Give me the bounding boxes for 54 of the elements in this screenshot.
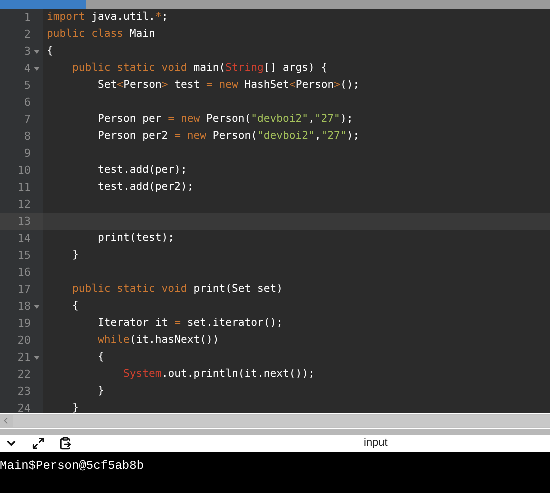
line-number: 16 [16,265,31,281]
line-number: 9 [23,146,31,162]
scrollbar-thumb[interactable] [13,415,550,427]
line-number: 24 [16,401,31,413]
line-number: 14 [16,231,31,247]
line-number: 17 [16,282,31,298]
line-number: 10 [16,163,31,179]
code-line: System.out.println(it.next()); [122,367,315,382]
code-line: } [97,384,104,399]
input-label[interactable]: input [364,435,388,452]
expand-icon[interactable] [32,437,45,450]
line-number: 22 [16,367,31,383]
output-text: Main$Person@5cf5ab8b [0,459,144,473]
fold-arrow-icon[interactable] [34,356,40,360]
line-number: 3 [23,44,31,60]
line-number: 5 [23,78,31,94]
line-number: 2 [23,27,31,43]
code-line: Set<Person> test = new HashSet<Person>(); [97,78,360,93]
code-line: public static void print(Set set) [72,282,283,297]
line-number: 1 [23,10,31,26]
code-line: Iterator it = set.iterator(); [97,316,284,331]
fold-arrow-icon[interactable] [34,304,40,308]
line-number: 13 [16,214,31,230]
code-line: test.add(per2); [97,180,194,195]
line-number: 4 [23,61,31,77]
line-number: 6 [23,95,31,111]
line-number: 8 [23,129,31,145]
code-line: } [72,401,79,413]
line-number: 11 [16,180,31,196]
line-number: 7 [23,112,31,128]
horizontal-scrollbar[interactable] [0,413,550,428]
line-number: 21 [16,350,31,366]
line-number: 23 [16,384,31,400]
line-number: 19 [16,316,31,332]
line-number: 12 [16,197,31,213]
code-line: test.add(per); [97,163,188,178]
code-line: Person per2 = new Person("devboi2","27"); [97,129,360,144]
code-line: public class Main [46,27,156,42]
code-line: Person per = new Person("devboi2","27"); [97,112,354,127]
code-line: { [46,44,54,59]
fold-arrow-icon[interactable] [34,50,40,54]
code-line: print(test); [97,231,175,246]
code-line: { [72,299,79,314]
code-line: } [72,248,79,263]
line-number: 15 [16,248,31,264]
line-number: 18 [16,299,31,315]
code-line: import java.util.*; [46,10,168,25]
code-line: while(it.hasNext()) [97,333,220,348]
line-number: 20 [16,333,31,349]
fold-arrow-icon[interactable] [34,66,40,70]
clipboard-icon[interactable] [59,437,72,450]
code-line: public static void main(String[] args) { [72,61,328,76]
code-line: { [97,350,104,365]
code-editor[interactable] [0,9,550,413]
